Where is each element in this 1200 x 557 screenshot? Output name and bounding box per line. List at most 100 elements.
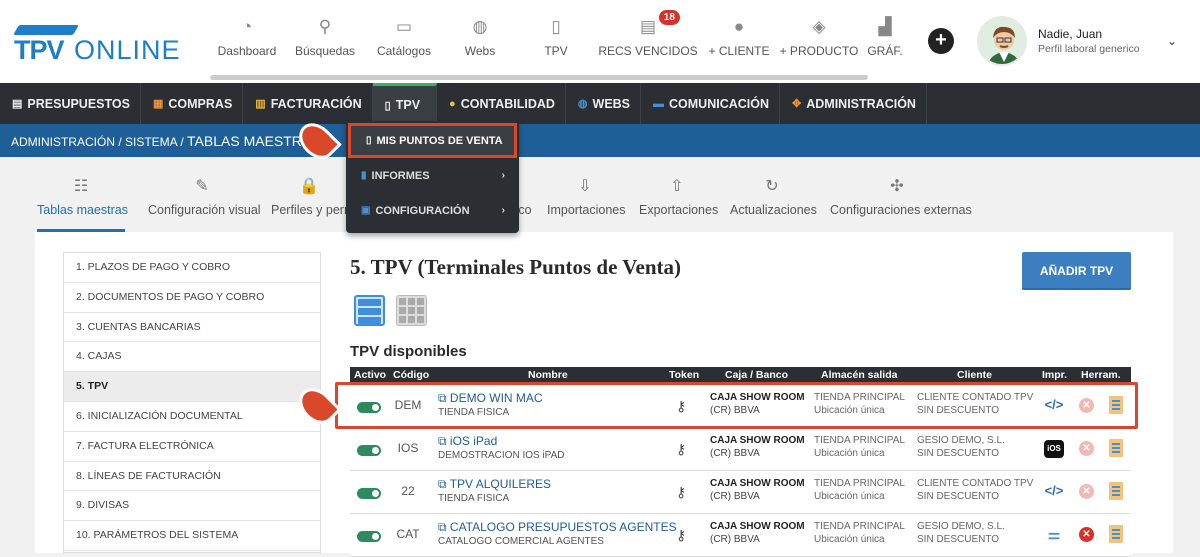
table-header: Activo Código Nombre Token Caja / Banco … [350, 367, 1131, 383]
list-item[interactable]: 6. INICIALIZACIÓN DOCUMENTAL [64, 402, 320, 432]
topnav-scrollbar[interactable] [210, 75, 868, 80]
edit-icon[interactable] [1109, 482, 1123, 500]
tab-configuracion-visual[interactable]: ✎ Configuración visual [148, 177, 261, 232]
row-name-link[interactable]: ⧉ iOS iPad [438, 434, 497, 449]
tab-configuraciones-externas[interactable]: ✣ Configuraciones externas [830, 177, 972, 232]
delete-icon[interactable]: ✕ [1079, 484, 1094, 499]
table-row[interactable]: IOS ⧉ iOS iPad DEMOSTRACION IOS iPAD ⚷ C… [350, 428, 1131, 471]
gear-icon: ✥ [792, 98, 802, 110]
list-item[interactable]: 1. PLAZOS DE PAGO Y COBRO [64, 253, 320, 283]
master-tables-list: 1. PLAZOS DE PAGO Y COBRO 2. DOCUMENTOS … [63, 252, 321, 553]
active-toggle[interactable] [357, 531, 381, 542]
list-item[interactable]: 3. CUENTAS BANCARIAS [64, 313, 320, 343]
edit-icon[interactable] [1109, 525, 1123, 543]
nav-comunicacion[interactable]: ▬ COMUNICACIÓN [641, 83, 781, 124]
edit-icon[interactable] [1109, 439, 1123, 457]
row-almacen: TIENDA PRINCIPAL [814, 478, 905, 489]
table-row[interactable]: 22 ⧉ TPV ALQUILERES TIENDA FISICA ⚷ CAJA… [350, 471, 1131, 514]
nav-webs[interactable]: ◍ WEBS [566, 83, 642, 124]
logo-tpv: TPV [14, 35, 65, 65]
chevron-down-icon[interactable]: ⌄ [1167, 34, 1177, 48]
topnav-catalogos[interactable]: ▭ Catálogos [366, 10, 442, 68]
sliders-icon[interactable]: ⚌ [1044, 526, 1064, 544]
grid-view-icon[interactable] [396, 295, 427, 326]
quote-icon: ▤ [12, 98, 23, 110]
nav-label: COMUNICACIÓN [669, 96, 770, 111]
list-item-active[interactable]: 5. TPV [64, 372, 320, 402]
key-icon[interactable]: ⚷ [676, 484, 686, 501]
code-icon[interactable]: </> [1044, 483, 1064, 501]
topnav-label: Búsquedas [294, 44, 356, 58]
nav-label: TPV [395, 98, 421, 112]
add-tpv-button[interactable]: AÑADIR TPV [1022, 252, 1131, 290]
row-caja: CAJA SHOW ROOM [710, 435, 805, 446]
tab-importaciones[interactable]: ⇩ Importaciones [547, 177, 626, 232]
row-name-link[interactable]: ⧉ CATALOGO PRESUPUESTOS AGENTES [438, 520, 677, 535]
topnav-tpv[interactable]: ▯ TPV [518, 10, 594, 68]
row-subtitle: TIENDA FISICA [438, 493, 510, 504]
breadcrumb-text: ADMINISTRACIÓN / SISTEMA / TABLAS MAESTR… [11, 133, 321, 149]
topnav-add-product[interactable]: ◈ + PRODUCTO [776, 10, 862, 68]
key-icon[interactable]: ⚷ [676, 527, 686, 544]
delete-icon[interactable]: ✕ [1079, 441, 1094, 456]
topnav-label: + PRODUCTO [779, 44, 859, 58]
topnav-busquedas[interactable]: ⚲ Búsquedas [284, 10, 366, 68]
tab-label: Configuraciones externas [830, 203, 972, 217]
row-caja: CAJA SHOW ROOM [710, 478, 805, 489]
topnav-dashboard[interactable]: ◔ Dashboard [210, 10, 284, 68]
section-title: TPV disponibles [350, 343, 467, 360]
user-name[interactable]: Nadie, Juan [1038, 27, 1102, 41]
nav-presupuestos[interactable]: ▤ PRESUPUESTOS [0, 83, 141, 124]
tab-tablas-maestras[interactable]: ☷ Tablas maestras [37, 177, 128, 232]
col-almacen: Almacén salida [821, 369, 898, 381]
active-toggle[interactable] [357, 445, 381, 456]
quick-add-button[interactable]: + [928, 28, 954, 54]
topnav-add-client[interactable]: ● + CLIENTE [702, 10, 776, 68]
menu-item-informes[interactable]: ▮ INFORMES › [346, 158, 519, 193]
list-item[interactable]: 2. DOCUMENTOS DE PAGO Y COBRO [64, 283, 320, 313]
top-bar: TPV ONLINE ◔ Dashboard ⚲ Búsquedas ▭ Catálo… [0, 0, 1200, 83]
tab-exportaciones[interactable]: ⇧ Exportaciones [639, 177, 719, 232]
nav-contabilidad[interactable]: ● CONTABILIDAD [437, 83, 566, 124]
tab-hidden[interactable]: co [518, 177, 532, 232]
row-almacen: TIENDA PRINCIPAL [814, 521, 905, 532]
active-toggle[interactable] [357, 488, 381, 499]
list-view-icon[interactable] [354, 295, 385, 326]
list-item[interactable]: 8. LÍNEAS DE FACTURACIÓN [64, 462, 320, 492]
invoice-icon: ▤ [639, 17, 657, 36]
tab-label: Perfiles y perm [271, 203, 347, 217]
nav-tpv[interactable]: ▯ TPV [372, 83, 438, 124]
avatar-illustration [979, 18, 1025, 64]
chat-icon: ▬ [653, 97, 665, 110]
table-row[interactable]: CAT ⧉ CATALOGO PRESUPUESTOS AGENTES CATA… [350, 514, 1131, 557]
tab-actualizaciones[interactable]: ↻ Actualizaciones [730, 177, 817, 232]
list-item[interactable]: 7. FACTURA ELECTRÓNICA [64, 432, 320, 462]
refresh-icon: ↻ [765, 178, 779, 195]
list-item[interactable]: 10. PARÁMETROS DEL SISTEMA [64, 521, 320, 551]
tab-perfiles[interactable]: 🔒 Perfiles y perm [271, 177, 347, 232]
list-item[interactable]: 4. CAJAS [64, 342, 320, 373]
menu-item-mis-puntos-de-venta[interactable]: ▯ MIS PUNTOS DE VENTA [348, 123, 517, 158]
breadcrumb-path[interactable]: ADMINISTRACIÓN / SISTEMA / [11, 135, 184, 149]
topnav-graficos[interactable]: ▟ GRÁF. [862, 10, 908, 68]
ios-icon[interactable]: iOS [1044, 440, 1064, 458]
tab-label: Actualizaciones [730, 203, 817, 217]
topnav-webs[interactable]: ◍ Webs [442, 10, 518, 68]
row-name-link[interactable]: ⧉ TPV ALQUILERES [438, 477, 551, 492]
topnav-recs-vencidos[interactable]: ▤ 18 RECS VENCIDOS [594, 10, 702, 68]
delete-icon[interactable]: ✕ [1079, 527, 1094, 542]
tab-label: Exportaciones [639, 203, 719, 217]
nav-administracion[interactable]: ✥ ADMINISTRACIÓN [780, 83, 927, 124]
nav-facturacion[interactable]: ▥ FACTURACIÓN [243, 83, 373, 124]
tpvonline-logo[interactable]: TPV ONLINE [13, 25, 180, 65]
tab-label: Importaciones [547, 203, 626, 217]
nav-compras[interactable]: ▦ COMPRAS [141, 83, 244, 124]
avatar[interactable] [977, 16, 1027, 66]
list-item[interactable]: 9. DIVISAS [64, 491, 320, 522]
row-name: CATALOGO PRESUPUESTOS AGENTES [449, 520, 677, 534]
key-icon[interactable]: ⚷ [676, 441, 686, 458]
brush-icon: ✎ [195, 178, 209, 195]
menu-item-label: CONFIGURACIÓN [375, 204, 470, 217]
menu-item-configuracion[interactable]: ▣ CONFIGURACIÓN › [346, 193, 519, 228]
logo-swoosh [13, 25, 79, 35]
